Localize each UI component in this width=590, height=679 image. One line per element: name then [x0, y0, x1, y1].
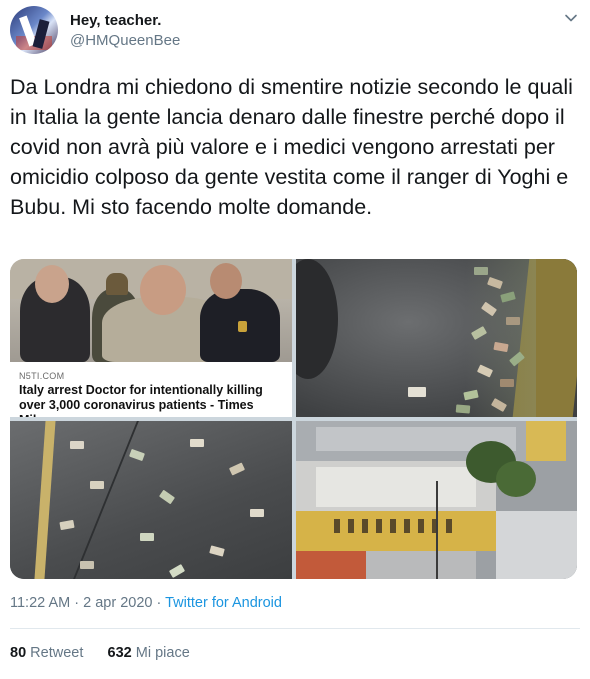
meta-separator: · [156, 595, 162, 611]
news-photo [10, 259, 292, 362]
likes-stat[interactable]: 632 Mi piace [108, 645, 190, 661]
chevron-down-icon[interactable] [563, 10, 579, 26]
tweet-stats: 80 Retweet 632 Mi piace [10, 645, 190, 661]
media-image-news-card[interactable]: N5TI.COM Italy arrest Doctor for intenti… [10, 259, 292, 417]
author-handle[interactable]: @HMQueenBee [70, 32, 180, 49]
meta-separator: · [74, 595, 80, 611]
media-image-money-curb[interactable] [296, 259, 577, 417]
tweet-header: Hey, teacher. @HMQueenBee [0, 0, 590, 62]
media-grid: N5TI.COM Italy arrest Doctor for intenti… [10, 259, 577, 579]
divider [10, 628, 580, 629]
retweets-label: Retweet [30, 645, 84, 661]
tweet-time[interactable]: 11:22 AM [10, 595, 70, 611]
tweet-date[interactable]: 2 apr 2020 [83, 595, 152, 611]
author-name[interactable]: Hey, teacher. [70, 12, 161, 29]
likes-label: Mi piace [135, 645, 190, 661]
avatar[interactable] [10, 6, 58, 54]
news-site: N5TI.COM [19, 371, 65, 381]
likes-count: 632 [107, 645, 132, 661]
retweets-stat[interactable]: 80 Retweet [10, 645, 83, 661]
tweet-source-link[interactable]: Twitter for Android [165, 595, 282, 611]
retweets-count: 80 [10, 645, 27, 661]
tweet-text: Da Londra mi chiedono di smentire notizi… [10, 75, 573, 219]
news-headline: Italy arrest Doctor for intentionally ki… [19, 383, 263, 417]
tweet-meta: 11:22 AM · 2 apr 2020 · Twitter for Andr… [10, 595, 282, 611]
media-image-money-street[interactable] [10, 421, 292, 579]
media-image-aerial-street[interactable] [296, 421, 577, 579]
